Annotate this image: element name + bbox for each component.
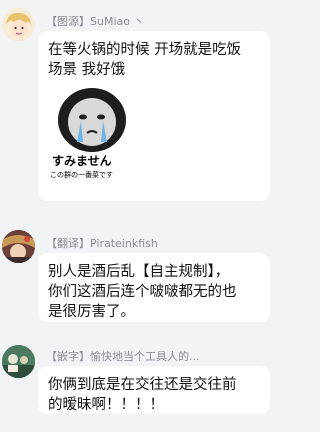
avatar-sumiao[interactable]	[2, 8, 35, 41]
message-text: 在等火锅的时候 开场就是吃饭 场景 我好饿	[48, 42, 242, 78]
sender-name-3: 【嵌字】愉快地当个工具人的...	[46, 350, 200, 363]
message-bubble-2[interactable]: 别人是酒后乱【自主规制】， 你们这酒后连个啵啵都无的也 是很厉害了。	[38, 253, 270, 322]
panda-face-icon	[58, 88, 126, 152]
sticker-image[interactable]: すみません この群の一番菜です	[50, 84, 134, 186]
message-bubble-3[interactable]: 你俩到底是在交往还是交往前 的暧昧啊！！！！	[38, 366, 270, 414]
sticker-subcaption: この群の一番菜です	[50, 171, 113, 179]
sticker-caption: すみません	[52, 154, 112, 168]
avatar-pirateinkfish[interactable]	[2, 230, 35, 263]
avatar-toolman[interactable]	[2, 345, 35, 378]
sender-name-1: 【图源】SuMiao 丶	[46, 15, 145, 28]
message-text: 别人是酒后乱【自主规制】， 你们这酒后连个啵啵都无的也 是很厉害了。	[48, 264, 237, 320]
sender-name-2: 【翻译】Pirateinkfish	[46, 237, 158, 250]
message-text: 你俩到底是在交往还是交往前 的暧昧啊！！！！	[48, 377, 237, 413]
